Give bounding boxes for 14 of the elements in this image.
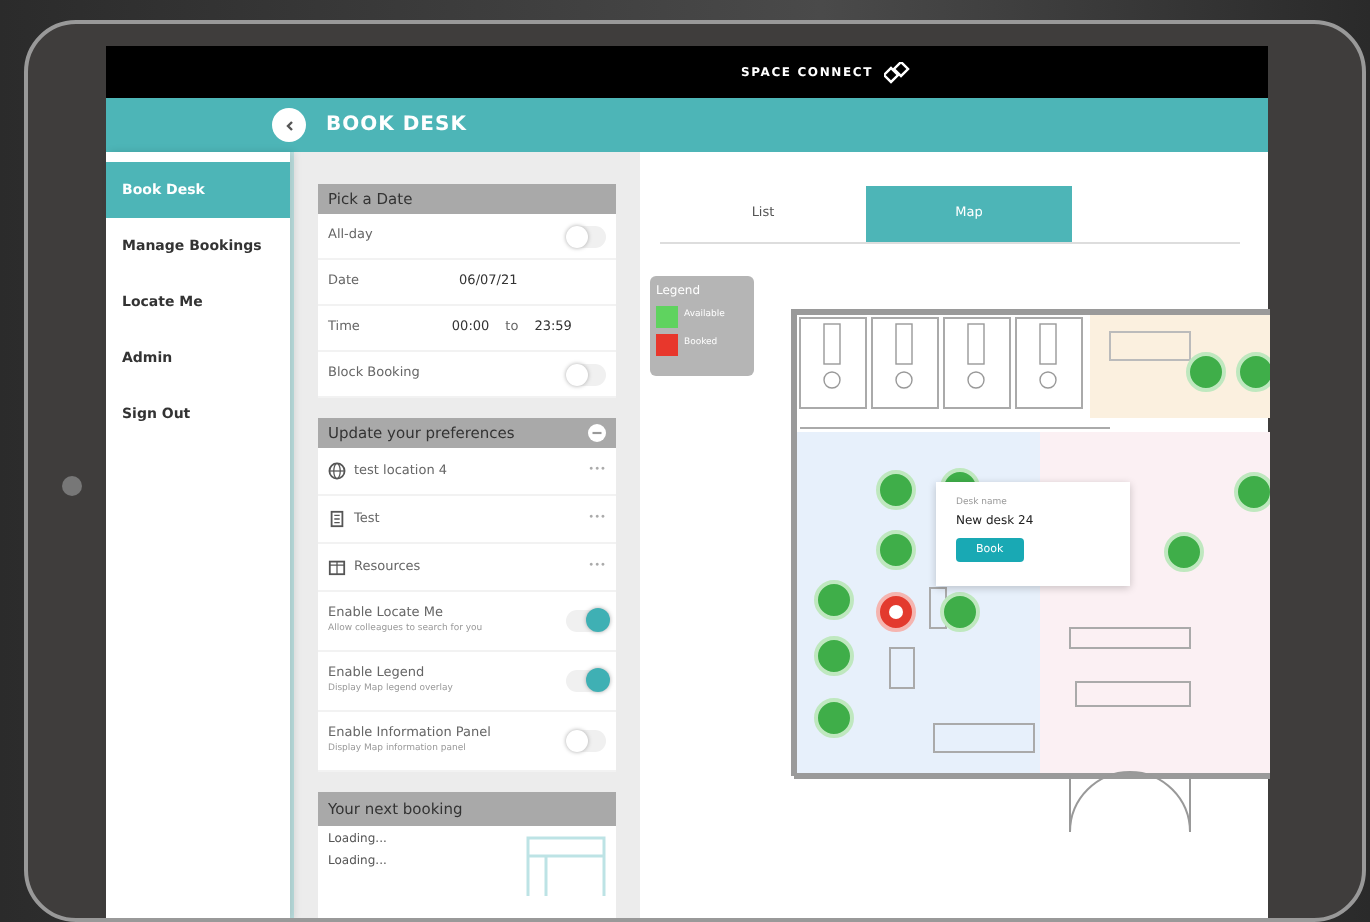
- camera-icon: [62, 476, 82, 496]
- toggle-switch[interactable]: [566, 363, 606, 385]
- box-icon: [328, 558, 346, 576]
- toggle-switch[interactable]: [566, 730, 606, 752]
- page-title: BOOK DESK: [326, 112, 467, 140]
- logo-icon: [884, 61, 913, 83]
- collapse-icon[interactable]: [588, 424, 606, 442]
- collapse-button[interactable]: [272, 108, 306, 142]
- toggle-switch[interactable]: [566, 670, 606, 692]
- toggle-switch[interactable]: [566, 225, 606, 247]
- globe-icon: [328, 462, 346, 480]
- chevron-left-icon: [283, 119, 295, 131]
- room-drawing: [526, 836, 606, 896]
- toggle-switch[interactable]: [566, 610, 606, 632]
